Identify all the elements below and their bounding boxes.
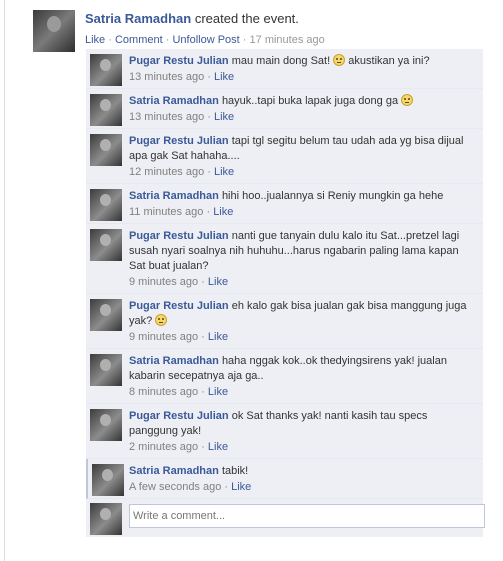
comment-timestamp: A few seconds ago <box>129 481 222 493</box>
avatar[interactable] <box>90 409 122 441</box>
comment-author-link[interactable]: Satria Ramadhan <box>129 190 219 202</box>
avatar[interactable] <box>90 54 122 86</box>
comment-text: Pugar Restu Julian mau main dong Sat! ak… <box>129 54 477 69</box>
comment-item: Satria Ramadhan haha nggak kok..ok thedy… <box>86 349 483 404</box>
story-timestamp: 17 minutes ago <box>249 34 325 46</box>
comment-body-continued: akustikan ya ini? <box>348 55 430 67</box>
separator: · <box>165 34 170 46</box>
comment-item: Pugar Restu Julian mau main dong Sat! ak… <box>86 49 483 89</box>
comment-author-link[interactable]: Pugar Restu Julian <box>129 410 229 422</box>
comment-author-link[interactable]: Satria Ramadhan <box>129 465 219 477</box>
comment-item: Pugar Restu Julian tapi tgl segitu belum… <box>86 129 483 184</box>
comment-body: hayuk..tapi buka lapak juga dong ga <box>221 95 399 107</box>
avatar[interactable] <box>90 94 122 126</box>
comment-author-link[interactable]: Pugar Restu Julian <box>129 300 229 312</box>
comment-meta: 13 minutes ago · Like <box>129 111 235 123</box>
comment-text: Pugar Restu Julian nanti gue tanyain dul… <box>129 229 477 274</box>
comment-composer <box>86 499 485 537</box>
comment-item: Satria Ramadhan hayuk..tapi buka lapak j… <box>86 89 483 129</box>
separator: · <box>108 34 112 46</box>
comment-timestamp: 9 minutes ago <box>129 331 199 343</box>
comment-author-link[interactable]: Satria Ramadhan <box>129 355 219 367</box>
comment-meta: 9 minutes ago · Like <box>129 276 229 288</box>
comment-meta: A few seconds ago · Like <box>129 481 252 493</box>
like-link[interactable]: Like <box>85 34 105 46</box>
avatar[interactable] <box>90 354 122 386</box>
comment-item: Satria Ramadhan tabik! A few seconds ago… <box>86 459 483 499</box>
confused-emoticon-icon <box>401 94 414 106</box>
story-actions: Like · Comment · Unfollow Post · 17 minu… <box>85 34 325 46</box>
comment-author-link[interactable]: Pugar Restu Julian <box>129 230 229 242</box>
comment-like-link[interactable]: Like <box>214 111 234 123</box>
comment-like-link[interactable]: Like <box>208 276 228 288</box>
story-title: Satria Ramadhan created the event. <box>85 11 299 26</box>
comment-text: Satria Ramadhan hihi hoo..jualannya si R… <box>129 189 477 204</box>
comment-text: Pugar Restu Julian ok Sat thanks yak! na… <box>129 409 477 439</box>
story-author-link[interactable]: Satria Ramadhan <box>85 11 191 26</box>
comment-item: Pugar Restu Julian ok Sat thanks yak! na… <box>86 404 483 459</box>
comment-like-link[interactable]: Like <box>208 331 228 343</box>
comment-timestamp: 8 minutes ago <box>129 386 199 398</box>
comment-meta: 2 minutes ago · Like <box>129 441 229 453</box>
comment-item: Pugar Restu Julian eh kalo gak bisa jual… <box>86 294 483 349</box>
comment-timestamp: 12 minutes ago <box>129 166 205 178</box>
comment-timestamp: 13 minutes ago <box>129 111 205 123</box>
story-action-text: created the event. <box>194 11 299 26</box>
avatar[interactable] <box>92 464 124 496</box>
comment-text: Pugar Restu Julian tapi tgl segitu belum… <box>129 134 477 164</box>
comment-meta: 13 minutes ago · Like <box>129 71 235 83</box>
comment-meta: 9 minutes ago · Like <box>129 331 229 343</box>
comment-timestamp: 2 minutes ago <box>129 441 199 453</box>
comment-like-link[interactable]: Like <box>214 71 234 83</box>
story-header: Satria Ramadhan created the event. Like … <box>33 10 483 52</box>
comment-list: Pugar Restu Julian mau main dong Sat! ak… <box>86 49 485 537</box>
comment-item: Satria Ramadhan hihi hoo..jualannya si R… <box>86 184 483 224</box>
comment-text: Pugar Restu Julian eh kalo gak bisa jual… <box>129 299 477 329</box>
comment-author-link[interactable]: Pugar Restu Julian <box>129 55 229 67</box>
comment-timestamp: 11 minutes ago <box>129 206 204 218</box>
comment-like-link[interactable]: Like <box>213 206 233 218</box>
comment-timestamp: 9 minutes ago <box>129 276 199 288</box>
comment-link[interactable]: Comment <box>115 34 163 46</box>
comment-like-link[interactable]: Like <box>231 481 251 493</box>
comment-meta: 8 minutes ago · Like <box>129 386 229 398</box>
avatar[interactable] <box>90 229 122 261</box>
comment-body: mau main dong Sat! <box>231 55 331 67</box>
separator: · <box>242 34 247 46</box>
comment-author-link[interactable]: Satria Ramadhan <box>129 95 219 107</box>
comment-item: Pugar Restu Julian nanti gue tanyain dul… <box>86 224 483 294</box>
comment-text: Satria Ramadhan haha nggak kok..ok thedy… <box>129 354 477 384</box>
confused-emoticon-icon <box>155 314 168 326</box>
avatar[interactable] <box>33 10 75 52</box>
comment-text: Satria Ramadhan tabik! <box>129 464 477 479</box>
comment-meta: 12 minutes ago · Like <box>129 166 235 178</box>
comment-like-link[interactable]: Like <box>208 441 228 453</box>
comment-like-link[interactable]: Like <box>214 166 234 178</box>
avatar[interactable] <box>90 134 122 166</box>
unfollow-post-link[interactable]: Unfollow Post <box>172 34 239 46</box>
comment-author-link[interactable]: Pugar Restu Julian <box>129 135 229 147</box>
write-comment-input[interactable] <box>129 504 485 528</box>
comment-body: tabik! <box>221 465 249 477</box>
comment-text: Satria Ramadhan hayuk..tapi buka lapak j… <box>129 94 477 109</box>
timeline-divider <box>4 0 5 561</box>
avatar[interactable] <box>90 299 122 331</box>
confused-emoticon-icon <box>333 54 346 66</box>
comment-body: hihi hoo..jualannya si Reniy mungkin ga … <box>221 190 444 202</box>
avatar[interactable] <box>90 189 122 221</box>
comment-like-link[interactable]: Like <box>208 386 228 398</box>
avatar[interactable] <box>90 503 122 535</box>
comment-timestamp: 13 minutes ago <box>129 71 205 83</box>
comment-meta: 11 minutes ago · Like <box>129 206 234 218</box>
